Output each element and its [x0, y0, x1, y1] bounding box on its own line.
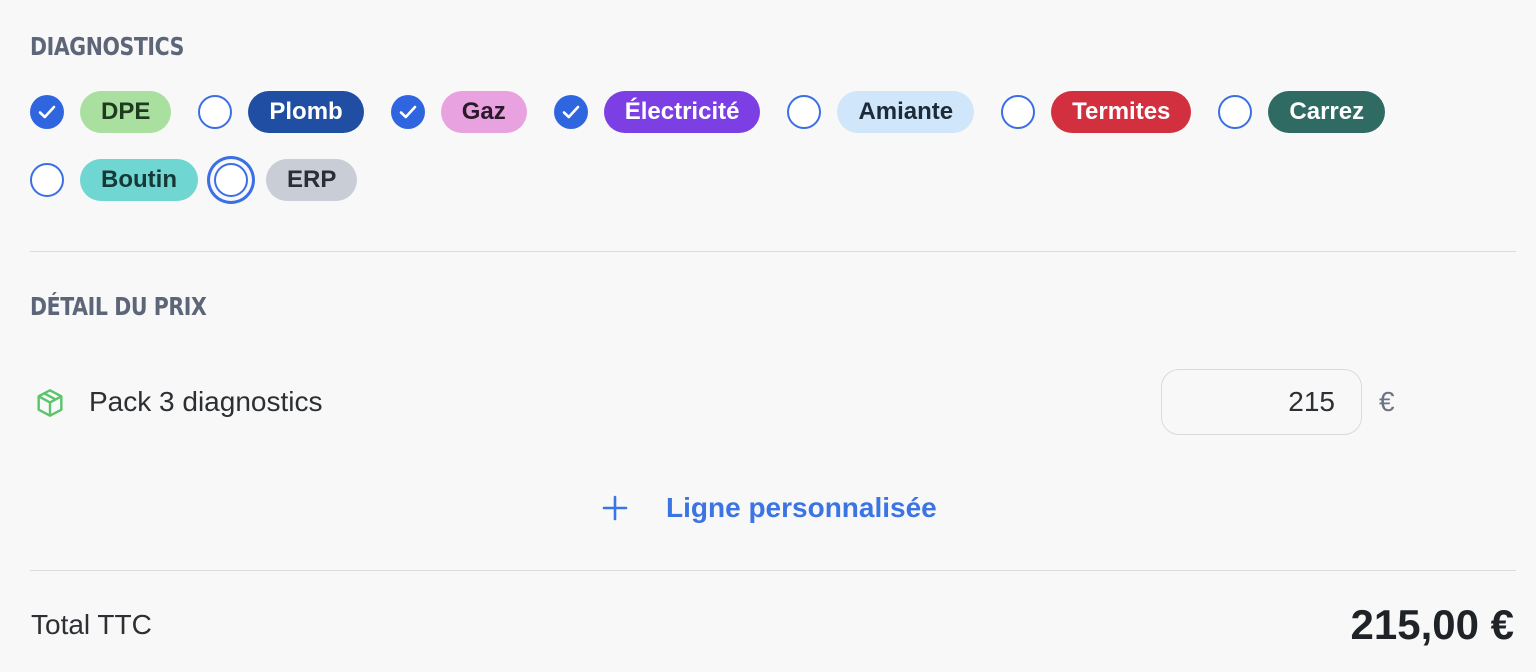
check-icon: [38, 105, 56, 119]
diagnostic-option-dpe[interactable]: DPE: [30, 91, 172, 133]
currency-symbol: €: [1379, 386, 1395, 417]
checkbox-erp[interactable]: [213, 163, 248, 197]
checkbox-carrez[interactable]: [1218, 95, 1253, 129]
diagnostics-row-1: DPE Plomb Gaz Électricité Amiante Termit…: [30, 90, 1412, 134]
checkbox-amiante[interactable]: [787, 95, 822, 129]
diagnostic-pill-carrez: Carrez: [1268, 91, 1386, 133]
diagnostic-pill-plomb: Plomb: [248, 91, 364, 133]
diagnostic-option-erp[interactable]: ERP: [206, 159, 358, 201]
total-value: 215,00 €: [1350, 601, 1515, 648]
diagnostic-pill-dpe: DPE: [80, 91, 172, 133]
diagnostic-option-amiante[interactable]: Amiante: [787, 91, 975, 133]
diagnostic-option-plomb[interactable]: Plomb: [198, 91, 364, 133]
diagnostic-pill-amiante: Amiante: [837, 91, 975, 133]
diagnostics-row-2: Boutin ERP: [30, 158, 384, 202]
diagnostic-pill-termites: Termites: [1051, 91, 1192, 133]
checkbox-electricite[interactable]: [553, 95, 588, 129]
diagnostic-pill-electricite: Électricité: [603, 91, 761, 133]
check-icon: [399, 105, 417, 119]
price-line-label: Pack 3 diagnostics: [89, 386, 323, 417]
checkbox-gaz[interactable]: [390, 95, 425, 129]
diagnostic-option-gaz[interactable]: Gaz: [390, 91, 527, 133]
plus-icon: [602, 495, 628, 521]
diagnostic-pill-gaz: Gaz: [440, 91, 527, 133]
diagnostic-pill-erp: ERP: [265, 159, 358, 201]
diagnostic-option-electricite[interactable]: Électricité: [553, 91, 761, 133]
diagnostic-option-boutin[interactable]: Boutin: [30, 159, 198, 201]
add-custom-line-button[interactable]: Ligne personnalisée: [600, 486, 937, 530]
check-icon: [562, 105, 580, 119]
diagnostic-option-carrez[interactable]: Carrez: [1218, 91, 1386, 133]
add-custom-line-label: Ligne personnalisée: [666, 492, 937, 523]
price-line-row: Pack 3 diagnostics €: [30, 368, 1430, 436]
diagnostic-option-termites[interactable]: Termites: [1001, 91, 1192, 133]
checkbox-boutin[interactable]: [30, 163, 64, 197]
total-divider: [30, 570, 1516, 571]
price-detail-title: DÉTAIL DU PRIX: [30, 292, 207, 321]
package-icon: [37, 389, 63, 417]
diagnostic-pill-boutin: Boutin: [80, 159, 198, 201]
checkbox-dpe[interactable]: [30, 95, 64, 129]
section-divider: [30, 251, 1516, 252]
checkbox-plomb[interactable]: [198, 95, 233, 129]
diagnostics-title: DIAGNOSTICS: [30, 32, 184, 61]
total-label: Total TTC: [31, 609, 152, 640]
price-amount-input[interactable]: [1161, 369, 1362, 435]
checkbox-termites[interactable]: [1001, 95, 1036, 129]
